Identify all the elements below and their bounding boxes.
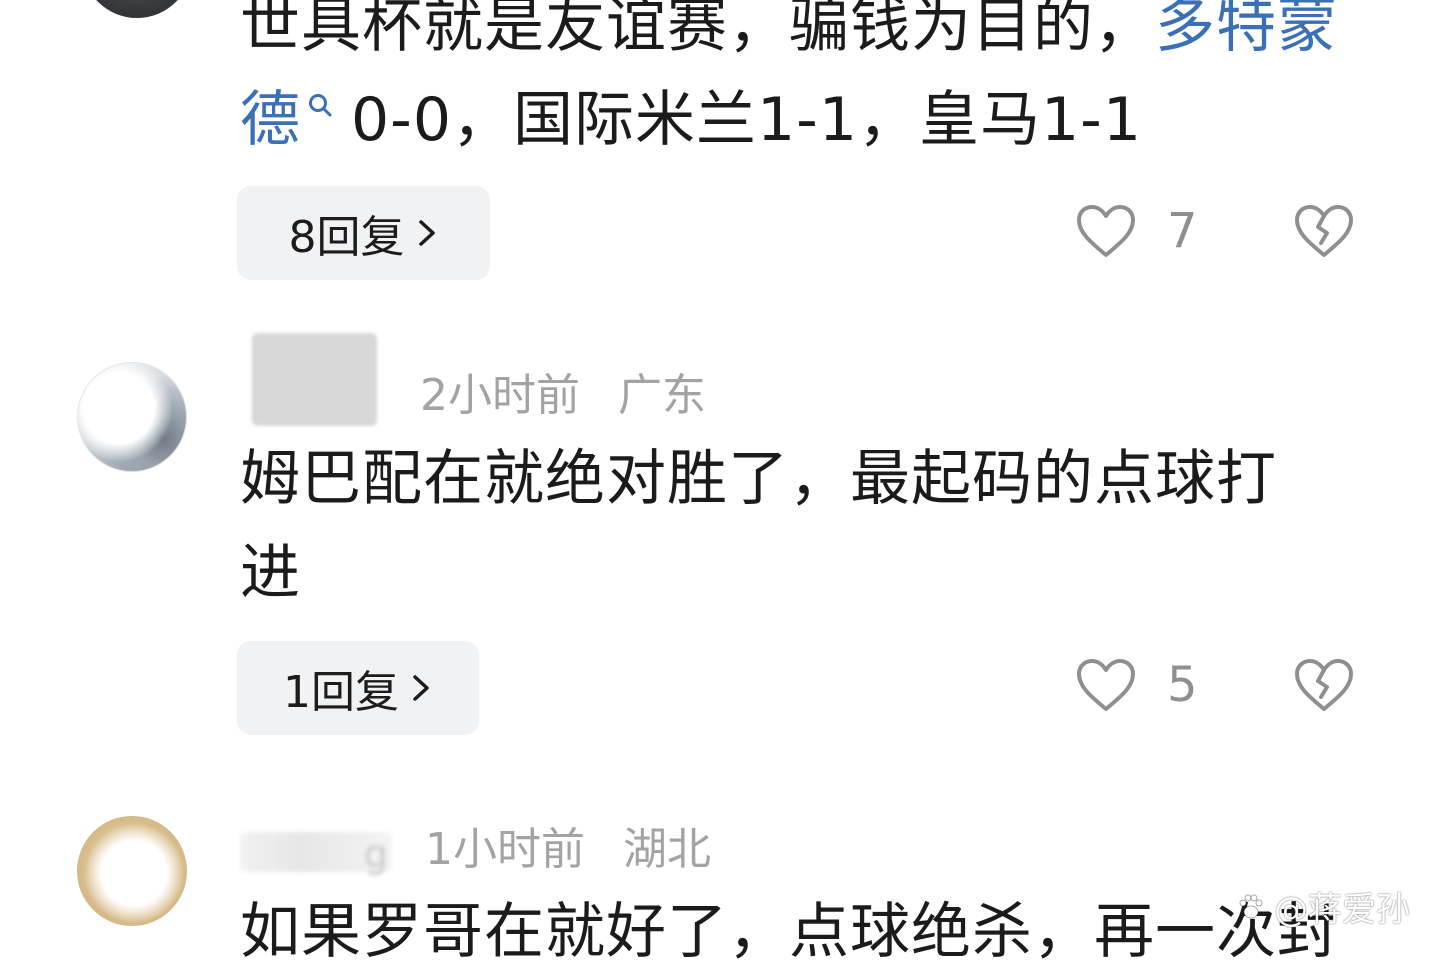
- search-icon[interactable]: [307, 92, 333, 126]
- reply-count-label: 8回复: [288, 212, 405, 263]
- comment-text: 世具杯就是友谊赛，骗钱为目的，: [240, 0, 1155, 61]
- watermark-text: @蒋爱孙: [1274, 890, 1410, 930]
- avatar[interactable]: [77, 816, 187, 926]
- broken-heart-icon[interactable]: [1293, 203, 1355, 259]
- hashtag-link[interactable]: 多特蒙: [1155, 0, 1338, 61]
- comment-meta: 2小时前 广东: [420, 374, 706, 418]
- like-button[interactable]: 5: [1075, 657, 1198, 713]
- comment-time: 2小时前: [420, 370, 580, 421]
- reply-button[interactable]: 8回复: [237, 186, 490, 280]
- comment-text: 0-0，国际米兰1-1，皇马1-1: [351, 85, 1142, 155]
- dislike-button[interactable]: [1293, 203, 1355, 259]
- hashtag-link[interactable]: 德: [240, 85, 301, 155]
- avatar[interactable]: [77, 362, 187, 472]
- chevron-right-icon: [409, 673, 433, 703]
- heart-icon[interactable]: [1075, 203, 1137, 259]
- like-button[interactable]: 7: [1075, 203, 1198, 259]
- username-blurred[interactable]: [252, 333, 377, 426]
- broken-heart-icon[interactable]: [1293, 657, 1355, 713]
- comment-text-line: 德 0-0，国际米兰1-1，皇马1-1: [240, 90, 1142, 150]
- like-count: 5: [1167, 657, 1198, 713]
- comment-text-line: 进: [240, 538, 301, 608]
- comment-text-line: 世具杯就是友谊赛，骗钱为目的，多特蒙: [240, 0, 1338, 56]
- reply-count-label: 1回复: [283, 667, 399, 718]
- chevron-right-icon: [415, 218, 439, 248]
- like-count: 7: [1167, 203, 1198, 259]
- heart-icon[interactable]: [1075, 657, 1137, 713]
- comment-text-line: 姆巴配在就绝对胜了，最起码的点球打: [240, 444, 1277, 514]
- comment-time: 1小时前: [425, 824, 585, 875]
- username-fragment: g: [363, 832, 388, 876]
- comment-location: 广东: [618, 370, 706, 421]
- reply-button[interactable]: 1回复: [237, 641, 479, 735]
- comment-meta: 1小时前 湖北: [425, 828, 711, 872]
- comment-location: 湖北: [623, 824, 711, 875]
- paw-icon: [1236, 892, 1266, 922]
- comment-text-line: 如果罗哥在就好了，点球绝杀，再一次封: [240, 897, 1338, 967]
- username-blurred[interactable]: g: [240, 832, 392, 876]
- avatar[interactable]: [82, 0, 192, 18]
- watermark: @蒋爱孙: [1236, 882, 1410, 931]
- dislike-button[interactable]: [1293, 657, 1355, 713]
